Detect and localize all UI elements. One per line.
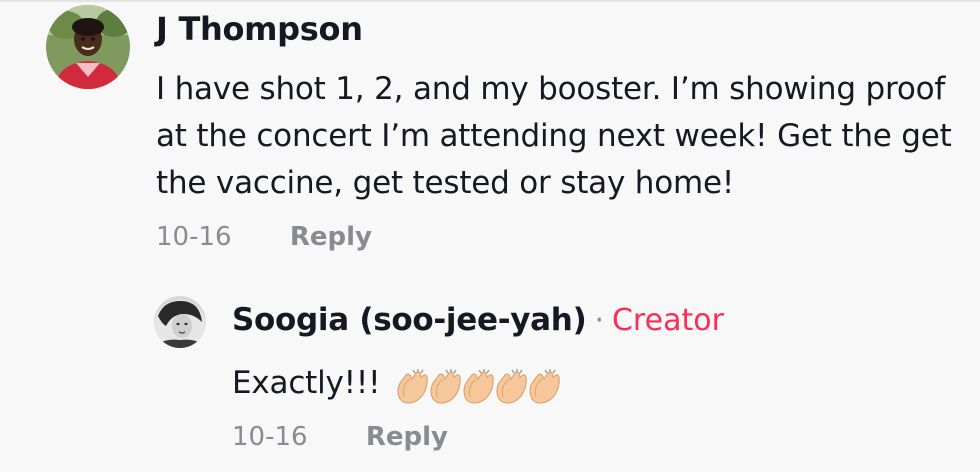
reply-text-row: Exactly!!! <box>232 360 932 408</box>
reply-button[interactable]: Reply <box>290 222 372 252</box>
comment-text: I have shot 1, 2, and my booster. I’m sh… <box>156 71 952 201</box>
clapping-hands-icon <box>397 367 560 404</box>
reply-meta: 10-16 Reply <box>232 422 448 452</box>
reply-header: Soogia (soo-jee-yah) · Creator <box>232 302 724 338</box>
comment-meta: 10-16 Reply <box>156 222 372 252</box>
separator-dot: · <box>594 303 604 338</box>
avatar[interactable] <box>46 5 130 89</box>
comment-date: 10-16 <box>156 222 232 252</box>
reply-to-reply-button[interactable]: Reply <box>366 422 448 452</box>
reply-avatar-image <box>154 296 206 348</box>
avatar-image <box>46 5 130 89</box>
comment-username[interactable]: J Thompson <box>156 10 363 48</box>
creator-badge: Creator <box>611 303 724 338</box>
comment-thread: J Thompson I have shot 1, 2, and my boos… <box>0 0 980 472</box>
reply-avatar[interactable] <box>154 296 206 348</box>
reply-text: Exactly!!! <box>232 365 381 401</box>
clapping-hands-emoji-row <box>394 361 564 408</box>
reply-username[interactable]: Soogia (soo-jee-yah) <box>232 302 587 338</box>
divider <box>0 0 980 2</box>
reply-date: 10-16 <box>232 422 308 452</box>
